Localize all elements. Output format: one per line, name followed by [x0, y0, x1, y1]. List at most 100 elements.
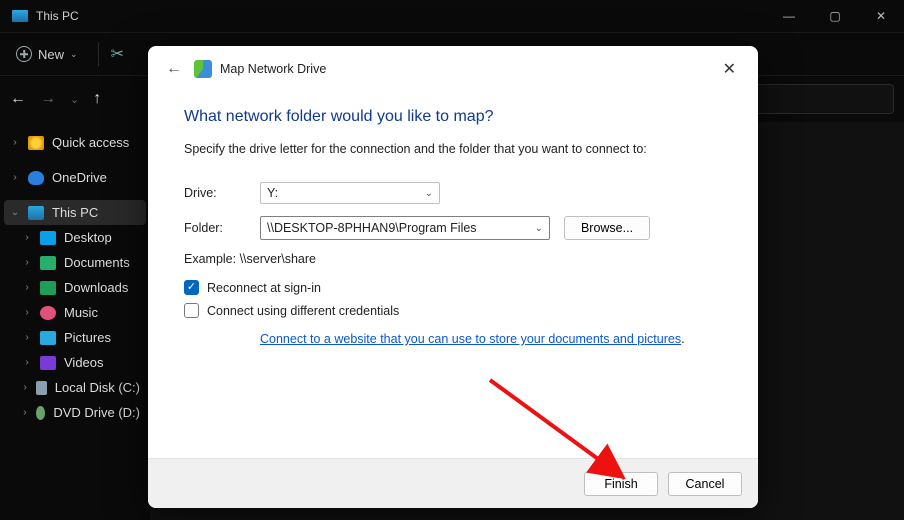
sidebar-item-label: This PC [52, 205, 98, 220]
plus-circle-icon [16, 46, 32, 62]
cloud-icon [28, 171, 44, 185]
sidebar-item-videos[interactable]: › Videos [4, 350, 146, 375]
chevron-down-icon: ⌄ [425, 188, 433, 199]
dialog-close-button[interactable]: ✕ [713, 53, 746, 85]
dialog-back-button[interactable]: ← [160, 56, 188, 82]
sidebar-item-label: Local Disk (C:) [55, 380, 140, 395]
sidebar-item-label: Desktop [64, 230, 112, 245]
sidebar-item-local-disk-c-[interactable]: › Local Disk (C:) [4, 375, 146, 400]
minimize-button[interactable]: — [766, 0, 812, 32]
pc-icon [28, 206, 44, 220]
different-credentials-checkbox-row[interactable]: Connect using different credentials [184, 303, 722, 318]
pic-icon [40, 331, 56, 345]
maximize-icon: ▢ [829, 9, 840, 23]
sidebar-item-label: DVD Drive (D:) [53, 405, 140, 420]
folder-combobox[interactable]: \\DESKTOP-8PHHAN9\Program Files ⌄ [260, 216, 550, 240]
search-box[interactable] [754, 84, 894, 114]
expand-arrow-icon[interactable]: › [22, 232, 32, 243]
vid-icon [40, 356, 56, 370]
finish-button[interactable]: Finish [584, 472, 658, 496]
sidebar-item-label: Music [64, 305, 98, 320]
expand-arrow-icon[interactable]: › [22, 332, 32, 343]
nav-back-button[interactable]: ← [10, 90, 26, 108]
map-network-drive-dialog: ← Map Network Drive ✕ What network folde… [148, 46, 758, 508]
sidebar-item-label: Quick access [52, 135, 129, 150]
expand-arrow-icon[interactable]: › [22, 257, 32, 268]
expand-arrow-icon[interactable]: ⌄ [10, 207, 20, 218]
folder-example: Example: \\server\share [184, 252, 722, 266]
drive-row: Drive: Y: ⌄ [184, 182, 722, 204]
dvd-icon [36, 406, 45, 420]
network-drive-icon [194, 60, 212, 78]
expand-arrow-icon[interactable]: › [22, 382, 28, 393]
sidebar-item-documents[interactable]: › Documents [4, 250, 146, 275]
nav-forward-button[interactable]: → [40, 90, 56, 108]
sidebar-item-dvd-drive-d-[interactable]: › DVD Drive (D:) [4, 400, 146, 425]
window-title: This PC [36, 9, 766, 23]
browse-button-label: Browse... [581, 221, 633, 235]
drive-label: Drive: [184, 186, 260, 200]
expand-arrow-icon[interactable]: › [22, 357, 32, 368]
expand-arrow-icon[interactable]: › [10, 172, 20, 183]
dialog-header: ← Map Network Drive ✕ [148, 46, 758, 92]
different-credentials-checkbox[interactable] [184, 303, 199, 318]
drive-value: Y: [267, 186, 278, 200]
new-button-label: New [38, 47, 64, 62]
sidebar-item-quick-access[interactable]: › Quick access [4, 130, 146, 155]
close-icon: ✕ [876, 9, 886, 23]
folder-value: \\DESKTOP-8PHHAN9\Program Files [267, 221, 477, 235]
dialog-heading: What network folder would you like to ma… [184, 108, 722, 126]
this-pc-icon [12, 10, 28, 22]
down-icon [40, 281, 56, 295]
reconnect-checkbox-row[interactable]: Reconnect at sign-in [184, 280, 722, 295]
sidebar-item-label: Documents [64, 255, 130, 270]
chevron-down-icon: ⌄ [535, 223, 543, 234]
drive-select[interactable]: Y: ⌄ [260, 182, 440, 204]
expand-arrow-icon[interactable]: › [10, 137, 20, 148]
connect-website-link[interactable]: Connect to a website that you can use to… [260, 332, 681, 346]
desk-icon [40, 231, 56, 245]
dialog-body: What network folder would you like to ma… [148, 92, 758, 458]
nav-history-dropdown[interactable]: ⌄ [70, 93, 79, 106]
minimize-icon: — [783, 9, 795, 23]
link-period: . [681, 332, 684, 346]
toolbar-separator [98, 42, 99, 66]
close-window-button[interactable]: ✕ [858, 0, 904, 32]
different-credentials-label: Connect using different credentials [207, 304, 399, 318]
window-titlebar: This PC — ▢ ✕ [0, 0, 904, 32]
expand-arrow-icon[interactable]: › [22, 307, 32, 318]
dialog-footer: Finish Cancel [148, 458, 758, 508]
dialog-subtitle: Specify the drive letter for the connect… [184, 142, 722, 156]
doc-icon [40, 256, 56, 270]
cancel-button-label: Cancel [686, 477, 725, 491]
nav-up-button[interactable]: ↑ [93, 90, 101, 108]
navigation-sidebar: › Quick access ›OneDrive ⌄ This PC › Desktop › D… [0, 122, 150, 520]
sidebar-item-desktop[interactable]: › Desktop [4, 225, 146, 250]
reconnect-label: Reconnect at sign-in [207, 281, 321, 295]
sidebar-item-this-pc[interactable]: ⌄ This PC [4, 200, 146, 225]
sidebar-item-pictures[interactable]: › Pictures [4, 325, 146, 350]
dialog-title: Map Network Drive [220, 62, 326, 76]
maximize-button[interactable]: ▢ [812, 0, 858, 32]
finish-button-label: Finish [604, 477, 637, 491]
new-button[interactable]: New ⌄ [8, 42, 86, 66]
sidebar-item-label: Downloads [64, 280, 128, 295]
cancel-button[interactable]: Cancel [668, 472, 742, 496]
star-icon [28, 136, 44, 150]
expand-arrow-icon[interactable]: › [22, 282, 32, 293]
folder-row: Folder: \\DESKTOP-8PHHAN9\Program Files … [184, 216, 722, 240]
cut-icon[interactable]: ✂ [111, 44, 124, 64]
folder-label: Folder: [184, 221, 260, 235]
sidebar-item-music[interactable]: › Music [4, 300, 146, 325]
music-icon [40, 306, 56, 320]
website-link-row: Connect to a website that you can use to… [260, 332, 722, 346]
sidebar-item-onedrive[interactable]: ›OneDrive [4, 165, 146, 190]
sidebar-item-label: Pictures [64, 330, 111, 345]
sidebar-item-downloads[interactable]: › Downloads [4, 275, 146, 300]
reconnect-checkbox[interactable] [184, 280, 199, 295]
chevron-down-icon: ⌄ [70, 49, 78, 60]
browse-button[interactable]: Browse... [564, 216, 650, 240]
sidebar-item-label: Videos [64, 355, 104, 370]
expand-arrow-icon[interactable]: › [22, 407, 28, 418]
disk-icon [36, 381, 46, 395]
